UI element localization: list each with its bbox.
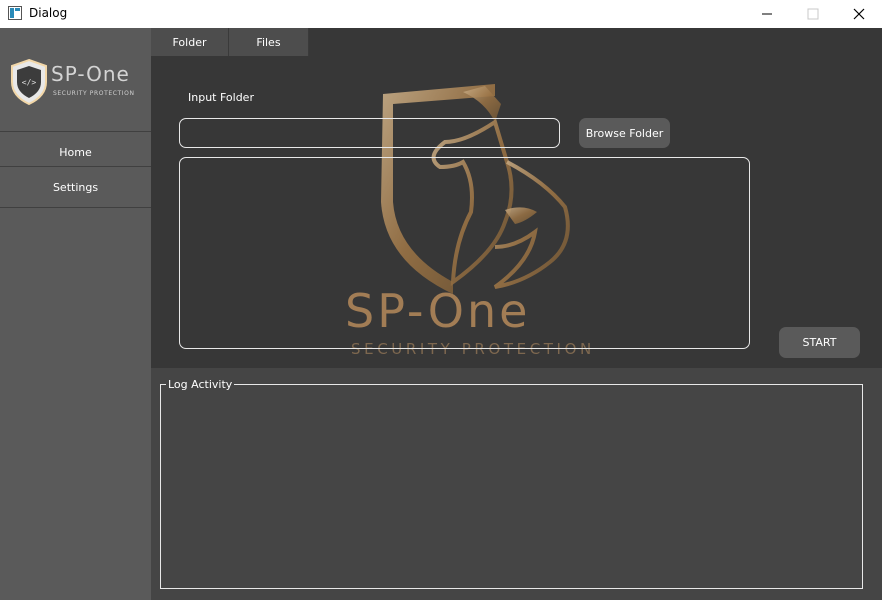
logo-title: SP-One: [51, 62, 130, 86]
svg-text:</>: </>: [22, 78, 37, 87]
log-activity-box[interactable]: [160, 384, 863, 589]
app-icon: [8, 6, 22, 20]
sidebar: </> SP-One SECURITY PROTECTION Home Sett…: [0, 28, 151, 600]
logo-subtitle: SECURITY PROTECTION: [53, 90, 135, 97]
tab-label: Folder: [172, 35, 207, 49]
maximize-button[interactable]: [790, 0, 836, 28]
input-folder-field[interactable]: [179, 118, 560, 148]
log-panel: Log Activity: [151, 368, 882, 600]
browse-folder-button[interactable]: Browse Folder: [579, 118, 670, 148]
log-activity-title: Log Activity: [166, 378, 235, 391]
minimize-button[interactable]: [744, 0, 790, 28]
sidebar-item-label: Settings: [52, 180, 99, 194]
window-title: Dialog: [29, 6, 68, 20]
tab-files[interactable]: Files: [229, 28, 309, 56]
shield-logo-icon: </>: [11, 58, 47, 106]
maximize-icon: [807, 8, 819, 20]
folder-content-area[interactable]: [179, 157, 750, 349]
button-label: START: [802, 336, 837, 349]
close-button[interactable]: [836, 0, 882, 28]
close-icon: [853, 8, 865, 20]
logo: </> SP-One SECURITY PROTECTION: [8, 58, 144, 108]
tab-label: Files: [256, 35, 281, 49]
input-folder-label: Input Folder: [188, 91, 254, 104]
minimize-icon: [762, 13, 772, 15]
button-label: Browse Folder: [585, 126, 664, 140]
title-bar: Dialog: [0, 0, 882, 28]
tab-folder[interactable]: Folder: [151, 28, 229, 56]
sidebar-item-settings[interactable]: Settings: [0, 166, 151, 208]
sidebar-item-label: Home: [59, 145, 92, 159]
start-button[interactable]: START: [779, 327, 860, 358]
